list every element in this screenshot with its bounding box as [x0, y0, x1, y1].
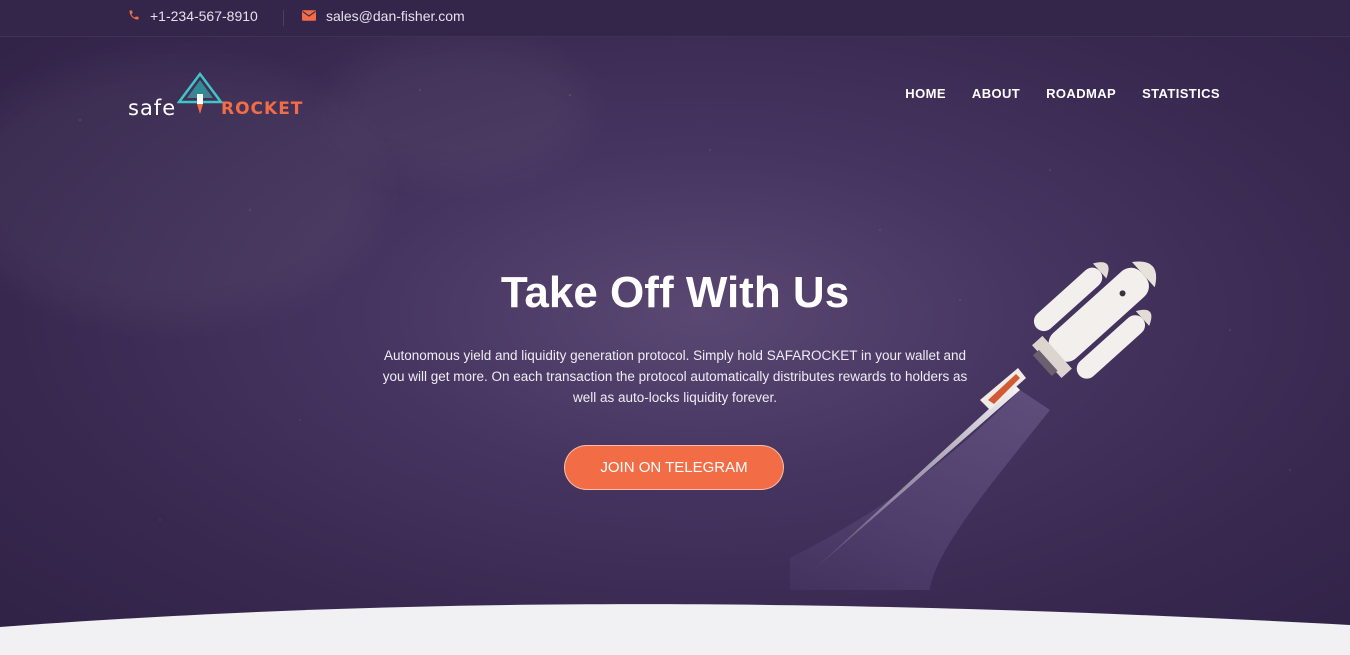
logo-word-safe: safe [128, 96, 177, 120]
main-navigation: HOME ABOUT ROADMAP STATISTICS [905, 86, 1220, 101]
topbar-divider [283, 10, 284, 26]
join-telegram-button[interactable]: JOIN ON TELEGRAM [564, 445, 784, 490]
bottom-wave [0, 604, 1350, 655]
nav-about[interactable]: ABOUT [972, 86, 1020, 101]
phone-icon [128, 8, 150, 24]
rocket-logo-icon [177, 72, 223, 114]
page: +1-234-567-8910 sales@dan-fisher.com saf… [0, 0, 1350, 655]
hero-title: Take Off With Us [500, 268, 850, 317]
email-contact[interactable]: sales@dan-fisher.com [302, 8, 465, 24]
hero-description: Autonomous yield and liquidity generatio… [382, 348, 968, 405]
logo-word-rocket: ROCKET [221, 99, 304, 119]
phone-contact[interactable]: +1-234-567-8910 [128, 8, 258, 24]
phone-number: +1-234-567-8910 [150, 8, 258, 24]
email-address: sales@dan-fisher.com [326, 8, 465, 24]
nav-roadmap[interactable]: ROADMAP [1046, 86, 1116, 101]
site-logo[interactable]: safe ROCKET [128, 72, 303, 122]
nav-home[interactable]: HOME [905, 86, 946, 101]
background-cloud [330, 40, 590, 180]
top-contact-bar: +1-234-567-8910 sales@dan-fisher.com [0, 0, 1350, 37]
nav-statistics[interactable]: STATISTICS [1142, 86, 1220, 101]
envelope-icon [302, 8, 326, 24]
